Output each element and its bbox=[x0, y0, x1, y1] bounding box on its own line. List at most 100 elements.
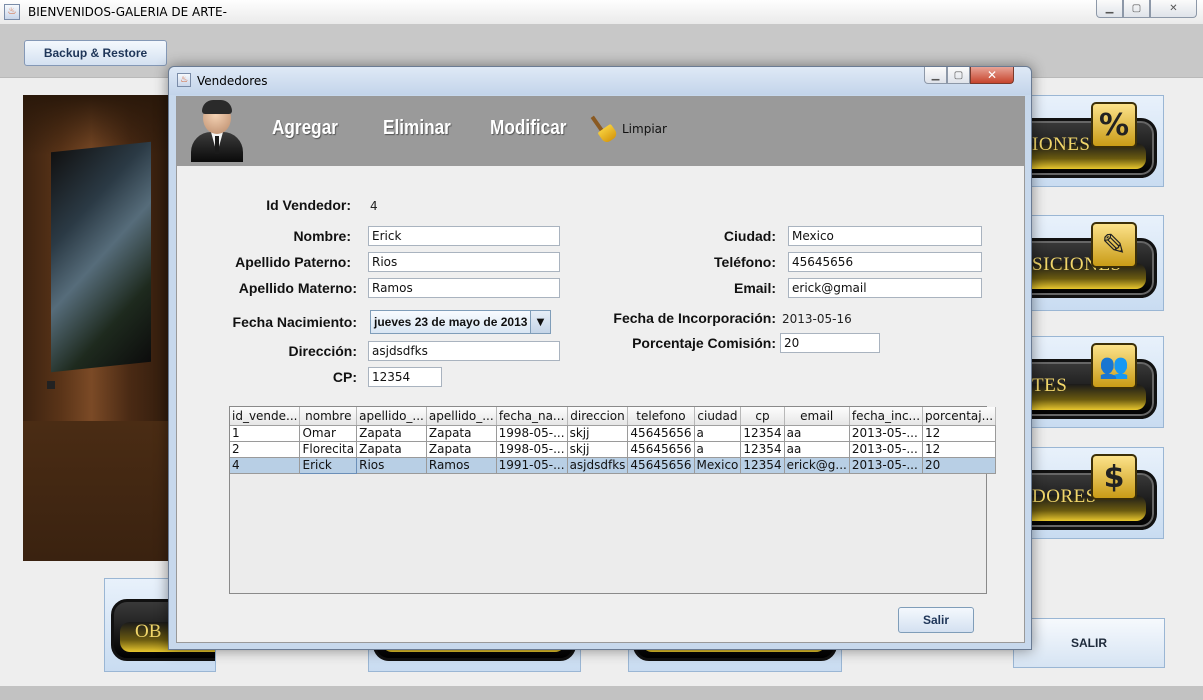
porcentaje-comision-field[interactable]: 20 bbox=[780, 333, 880, 353]
table-cell[interactable]: Mexico bbox=[694, 457, 742, 474]
minimize-button[interactable]: ▁ bbox=[1096, 0, 1123, 18]
table-cell[interactable]: Erick bbox=[299, 456, 358, 474]
main-title-bar: ♨ BIENVENIDOS-GALERIA DE ARTE- ▁ ▢ ✕ bbox=[0, 0, 1203, 24]
ciudad-field[interactable]: Mexico bbox=[788, 226, 982, 246]
column-header[interactable]: direccion bbox=[567, 407, 629, 426]
modify-button[interactable]: Modificar bbox=[490, 117, 566, 140]
menu-tile-promociones[interactable]: IONES % bbox=[1031, 95, 1164, 187]
telefono-field[interactable]: 45645656 bbox=[788, 252, 982, 272]
dialog-minimize-button[interactable]: ▁ bbox=[924, 67, 947, 84]
table-cell[interactable]: asjdsdfks bbox=[567, 457, 629, 474]
menu-tile-label: TES bbox=[1032, 375, 1068, 396]
fecha-nacimiento-value: jueves 23 de mayo de 2013 bbox=[374, 315, 528, 329]
vendedores-dialog: ♨ Vendedores ▁ ▢ ✕ Agregar Eliminar Modi… bbox=[168, 66, 1032, 650]
table-cell[interactable]: Zapata bbox=[426, 441, 497, 458]
vendedores-table[interactable]: id_vende... nombre apellido_... apellido_..… bbox=[229, 406, 997, 594]
table-row[interactable]: 1 Omar Zapata Zapata 1998-05-... skjj 45645656… bbox=[230, 425, 997, 442]
menu-tile-vendedores[interactable]: DORES $ bbox=[1031, 447, 1164, 539]
table-cell[interactable]: 1 bbox=[230, 425, 301, 442]
main-window-controls: ▁ ▢ ✕ bbox=[1096, 0, 1197, 18]
table-cell[interactable]: Zapata bbox=[426, 425, 497, 442]
table-cell[interactable]: 12 bbox=[922, 441, 997, 458]
table-cell[interactable]: 2013-05-... bbox=[849, 457, 924, 474]
ciudad-label: Ciudad: bbox=[723, 228, 776, 244]
table-cell[interactable]: 2013-05-... bbox=[849, 425, 924, 442]
wall-switch bbox=[47, 381, 55, 389]
table-cell[interactable]: 12354 bbox=[740, 457, 785, 474]
column-header[interactable]: apellido_... bbox=[426, 407, 497, 426]
email-field[interactable]: erick@gmail bbox=[788, 278, 982, 298]
table-cell[interactable]: 2013-05-... bbox=[849, 441, 924, 458]
column-header[interactable]: cp bbox=[740, 407, 785, 426]
table-cell[interactable]: 45645656 bbox=[627, 425, 695, 442]
table-cell[interactable]: 45645656 bbox=[627, 457, 695, 474]
table-cell[interactable]: skjj bbox=[567, 441, 629, 458]
cp-label: CP: bbox=[332, 369, 357, 385]
direccion-label: Dirección: bbox=[288, 343, 357, 359]
table-cell[interactable]: aa bbox=[784, 425, 850, 442]
table-cell[interactable]: 12354 bbox=[740, 441, 785, 458]
painting-image bbox=[51, 141, 151, 373]
table-cell[interactable]: 4 bbox=[230, 457, 301, 474]
table-cell[interactable]: Zapata bbox=[356, 441, 427, 458]
vendedores-grid[interactable]: id_vende... nombre apellido_... apellido_..… bbox=[230, 407, 997, 474]
cp-field[interactable]: 12354 bbox=[368, 367, 442, 387]
column-header[interactable]: fecha_inc... bbox=[849, 407, 924, 426]
table-cell[interactable]: a bbox=[694, 425, 742, 442]
column-header[interactable]: nombre bbox=[299, 407, 358, 426]
dialog-toolbar: Agregar Eliminar Modificar Limpiar bbox=[177, 97, 1024, 166]
table-cell[interactable]: Rios bbox=[356, 457, 427, 474]
table-cell[interactable]: 20 bbox=[922, 457, 997, 474]
table-cell[interactable]: 2 bbox=[230, 441, 301, 458]
salesman-avatar-icon bbox=[189, 100, 245, 162]
maximize-button[interactable]: ▢ bbox=[1123, 0, 1150, 18]
table-cell[interactable]: 1998-05-... bbox=[496, 441, 568, 458]
table-cell[interactable]: erick@g... bbox=[784, 457, 850, 474]
menu-tile-exposiciones[interactable]: SICIONES ✎ bbox=[1031, 215, 1164, 311]
table-cell[interactable]: 45645656 bbox=[627, 441, 695, 458]
nombre-field[interactable]: Erick bbox=[368, 226, 560, 246]
table-cell[interactable]: a bbox=[694, 441, 742, 458]
table-cell[interactable]: 1998-05-... bbox=[496, 425, 568, 442]
clear-button[interactable]: Limpiar bbox=[590, 113, 667, 145]
dollar-person-icon: $ bbox=[1091, 454, 1137, 500]
column-header[interactable]: id_vende... bbox=[230, 407, 301, 426]
column-header[interactable]: telefono bbox=[627, 407, 695, 426]
menu-tile-clientes[interactable]: TES 👥 bbox=[1031, 336, 1164, 428]
column-header[interactable]: porcentaj... bbox=[922, 407, 997, 426]
table-cell[interactable]: 12354 bbox=[740, 425, 785, 442]
dialog-close-button[interactable]: ✕ bbox=[970, 67, 1014, 84]
table-cell[interactable]: Omar bbox=[299, 425, 358, 442]
table-cell[interactable]: Florecita bbox=[299, 441, 358, 458]
newspaper-pen-icon: ✎ bbox=[1091, 222, 1137, 268]
table-cell[interactable]: 12 bbox=[922, 425, 997, 442]
column-header[interactable]: email bbox=[784, 407, 850, 426]
table-cell[interactable]: Zapata bbox=[356, 425, 427, 442]
direccion-field[interactable]: asjdsdfks bbox=[368, 341, 560, 361]
chevron-down-icon[interactable]: ▼ bbox=[530, 311, 550, 333]
clear-label: Limpiar bbox=[622, 122, 667, 136]
close-button[interactable]: ✕ bbox=[1150, 0, 1197, 18]
add-button[interactable]: Agregar bbox=[272, 117, 338, 140]
table-cell[interactable]: aa bbox=[784, 441, 850, 458]
dialog-body: Agregar Eliminar Modificar Limpiar Id Ve… bbox=[176, 96, 1025, 643]
table-cell[interactable]: skjj bbox=[567, 425, 629, 442]
dialog-maximize-button[interactable]: ▢ bbox=[947, 67, 970, 84]
table-cell[interactable]: Ramos bbox=[426, 457, 497, 474]
bottom-tile-label: OB bbox=[135, 621, 162, 642]
table-row[interactable]: 4 Erick Rios Ramos 1991-05-... asjdsdfks 45645… bbox=[230, 456, 997, 474]
table-cell[interactable]: 1991-05-... bbox=[496, 457, 568, 474]
dialog-exit-button[interactable]: Salir bbox=[898, 607, 974, 633]
dialog-title-bar: ♨ Vendedores ▁ ▢ ✕ bbox=[169, 67, 1031, 95]
id-label: Id Vendedor: bbox=[266, 197, 351, 213]
delete-button[interactable]: Eliminar bbox=[383, 117, 451, 140]
table-row[interactable]: 2 Florecita Zapata Zapata 1998-05-... skjj 456… bbox=[230, 441, 997, 458]
apellido-materno-field[interactable]: Ramos bbox=[368, 278, 560, 298]
column-header[interactable]: apellido_... bbox=[356, 407, 427, 426]
column-header[interactable]: ciudad bbox=[694, 407, 742, 426]
column-header[interactable]: fecha_na... bbox=[496, 407, 568, 426]
main-exit-button[interactable]: SALIR bbox=[1013, 618, 1165, 668]
fecha-nacimiento-picker[interactable]: jueves 23 de mayo de 2013 ▼ bbox=[370, 310, 551, 334]
backup-restore-button[interactable]: Backup & Restore bbox=[24, 40, 167, 66]
apellido-paterno-field[interactable]: Rios bbox=[368, 252, 560, 272]
